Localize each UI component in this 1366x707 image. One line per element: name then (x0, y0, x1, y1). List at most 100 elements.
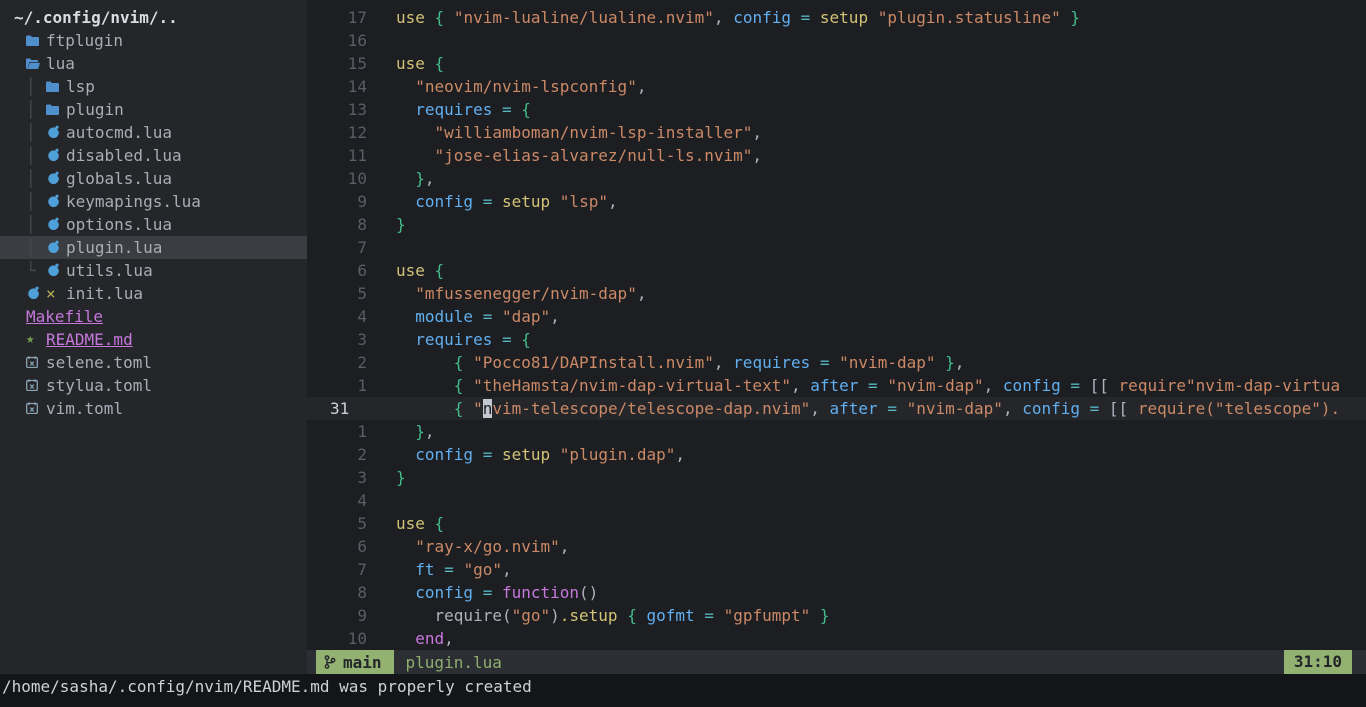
line-number: 4 (307, 489, 367, 512)
line-number: 2 (307, 351, 367, 374)
tree-item-label: autocmd.lua (66, 121, 172, 144)
code-line[interactable]: 7 (307, 236, 1366, 259)
line-number: 6 (307, 259, 367, 282)
code-line[interactable]: 6 "ray-x/go.nvim", (307, 535, 1366, 558)
tree-item-lsp[interactable]: │lsp (0, 75, 307, 98)
lua-file-icon (46, 236, 66, 259)
line-number: 7 (307, 236, 367, 259)
tree-item-utils-lua[interactable]: └ utils.lua (0, 259, 307, 282)
tree-guide-line: │ (26, 236, 46, 259)
tree-guide-line: └ (26, 259, 46, 282)
code-text: }, (367, 420, 1366, 443)
editor-buffer[interactable]: 17use { "nvim-lualine/lualine.nvim", con… (307, 0, 1366, 650)
line-number: 5 (307, 512, 367, 535)
code-text: } (367, 466, 1366, 489)
line-number: 9 (307, 190, 367, 213)
code-text: }, (367, 167, 1366, 190)
git-branch-segment[interactable]: main (316, 650, 394, 674)
tree-item-label: vim.toml (46, 397, 123, 420)
tree-item-label: plugin (66, 98, 124, 121)
tree-item-stylua-toml[interactable]: stylua.toml (0, 374, 307, 397)
line-number: 1 (307, 374, 367, 397)
star-icon: ★ (26, 328, 46, 351)
line-number: 5 (307, 282, 367, 305)
code-line[interactable]: 9 require("go").setup { gofmt = "gpfumpt… (307, 604, 1366, 627)
line-number: 9 (307, 604, 367, 627)
folder-closed-icon (46, 98, 66, 121)
code-text: use { (367, 52, 1366, 75)
git-branch-label: main (343, 653, 382, 672)
tree-item-plugin[interactable]: │plugin (0, 98, 307, 121)
code-line[interactable]: 9 config = setup "lsp", (307, 190, 1366, 213)
tree-item-ftplugin[interactable]: ftplugin (0, 29, 307, 52)
code-line[interactable]: 5use { (307, 512, 1366, 535)
tree-item-readme-md[interactable]: ★README.md (0, 328, 307, 351)
file-tree-sidebar: ~/.config/nvim/.. ftpluginlua│lsp│plugin… (0, 0, 307, 674)
tree-item-keymapings-lua[interactable]: │keymapings.lua (0, 190, 307, 213)
tree-item-plugin-lua[interactable]: │plugin.lua (0, 236, 307, 259)
code-line[interactable]: 4 module = "dap", (307, 305, 1366, 328)
code-text: config = setup "plugin.dap", (367, 443, 1366, 466)
code-line[interactable]: 13 requires = { (307, 98, 1366, 121)
code-text: ft = "go", (367, 558, 1366, 581)
tree-item-globals-lua[interactable]: │globals.lua (0, 167, 307, 190)
code-line[interactable]: 7 ft = "go", (307, 558, 1366, 581)
code-line[interactable]: 11 "jose-elias-alvarez/null-ls.nvim", (307, 144, 1366, 167)
tree-item-init-lua[interactable]: ×init.lua (0, 282, 307, 305)
tree-item-disabled-lua[interactable]: │ disabled.lua (0, 144, 307, 167)
code-line[interactable]: 2 { "Pocco81/DAPInstall.nvim", requires … (307, 351, 1366, 374)
code-line[interactable]: 6use { (307, 259, 1366, 282)
code-text: "ray-x/go.nvim", (367, 535, 1366, 558)
tree-item-label: stylua.toml (46, 374, 152, 397)
code-text: requires = { (367, 98, 1366, 121)
code-line[interactable]: 10 }, (307, 167, 1366, 190)
code-line[interactable]: 3 requires = { (307, 328, 1366, 351)
code-line[interactable]: 8} (307, 213, 1366, 236)
code-text: require("go").setup { gofmt = "gpfumpt" … (367, 604, 1366, 627)
tree-item-lua[interactable]: lua (0, 52, 307, 75)
tree-item-makefile[interactable]: Makefile (0, 305, 307, 328)
tree-item-label: utils.lua (66, 259, 153, 282)
lua-file-icon (46, 167, 66, 190)
block-cursor: n (483, 399, 493, 418)
code-line[interactable]: 1 { "theHamsta/nvim-dap-virtual-text", a… (307, 374, 1366, 397)
line-number: 1 (307, 420, 367, 443)
tree-item-autocmd-lua[interactable]: │ autocmd.lua (0, 121, 307, 144)
line-number: 11 (307, 144, 367, 167)
code-line[interactable]: 4 (307, 489, 1366, 512)
line-number: 7 (307, 558, 367, 581)
tree-guide-line: │ (26, 75, 46, 98)
tree-guide-line: │ (26, 144, 46, 167)
line-number: 17 (307, 6, 367, 29)
code-line[interactable]: 10 end, (307, 627, 1366, 650)
code-line[interactable]: 5 "mfussenegger/nvim-dap", (307, 282, 1366, 305)
code-line[interactable]: 12 "williamboman/nvim-lsp-installer", (307, 121, 1366, 144)
code-line[interactable]: 15use { (307, 52, 1366, 75)
tree-item-vim-toml[interactable]: vim.toml (0, 397, 307, 420)
code-text: } (367, 213, 1366, 236)
code-text: use { (367, 512, 1366, 535)
tree-guide-line: │ (26, 121, 46, 144)
code-text: "jose-elias-alvarez/null-ls.nvim", (367, 144, 1366, 167)
code-line[interactable]: 16 (307, 29, 1366, 52)
code-line[interactable]: 14 "neovim/nvim-lspconfig", (307, 75, 1366, 98)
code-line[interactable]: 1 }, (307, 420, 1366, 443)
tree-guide-line: │ (26, 167, 46, 190)
diagnostic-x-icon: × (46, 282, 66, 305)
tree-item-label: init.lua (66, 282, 143, 305)
command-message-line: /home/sasha/.config/nvim/README.md was p… (0, 674, 1366, 707)
tree-item-selene-toml[interactable]: selene.toml (0, 351, 307, 374)
line-number: 2 (307, 443, 367, 466)
code-line[interactable]: 17use { "nvim-lualine/lualine.nvim", con… (307, 6, 1366, 29)
code-line[interactable]: 3} (307, 466, 1366, 489)
code-text (367, 236, 1366, 259)
tree-item-label: README.md (46, 328, 133, 351)
code-line[interactable]: 2 config = setup "plugin.dap", (307, 443, 1366, 466)
code-line[interactable]: 8 config = function() (307, 581, 1366, 604)
line-number: 15 (307, 52, 367, 75)
code-text: "neovim/nvim-lspconfig", (367, 75, 1366, 98)
code-line-current[interactable]: 31 { "nvim-telescope/telescope-dap.nvim"… (307, 397, 1366, 420)
toml-file-icon (26, 397, 46, 420)
tree-item-options-lua[interactable]: │options.lua (0, 213, 307, 236)
tree-item-label: disabled.lua (66, 144, 182, 167)
